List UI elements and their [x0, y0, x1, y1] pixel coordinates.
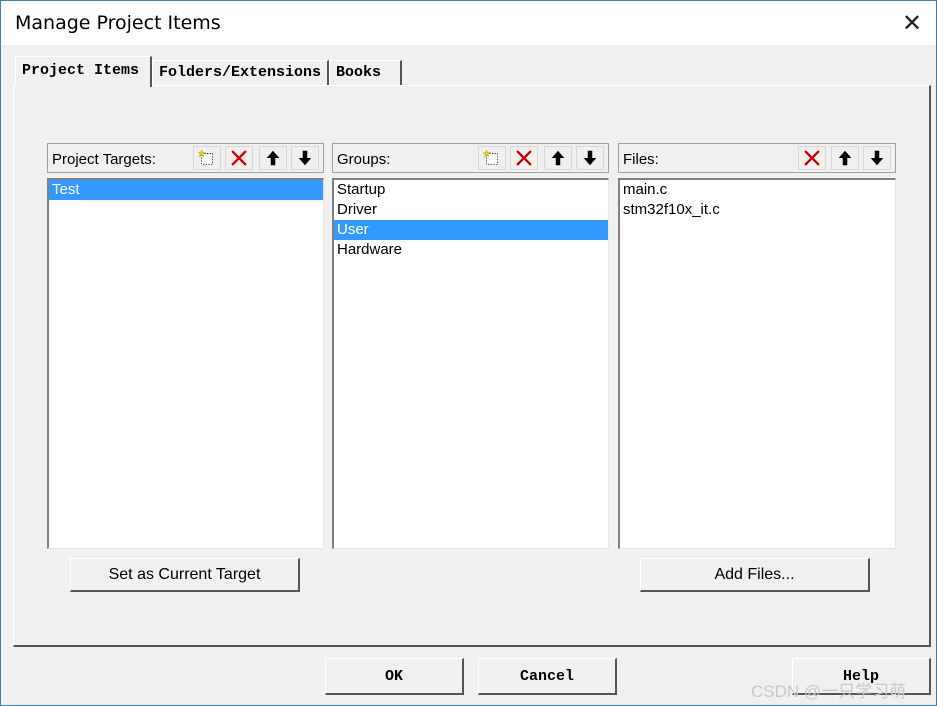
delete-icon: [803, 149, 821, 167]
move-file-down-button[interactable]: [863, 146, 891, 170]
files-label: Files:: [623, 151, 659, 168]
groups-label: Groups:: [337, 151, 391, 168]
group-item-driver[interactable]: Driver: [334, 200, 608, 220]
manage-project-items-dialog: Manage Project Items ✕ Project Items Fol…: [0, 0, 937, 706]
delete-file-button[interactable]: [798, 146, 826, 170]
add-files-button[interactable]: Add Files...: [640, 558, 870, 592]
arrow-down-icon: [296, 149, 314, 167]
arrow-down-icon: [868, 149, 886, 167]
group-item-startup[interactable]: Startup: [334, 180, 608, 200]
delete-icon: [230, 149, 248, 167]
group-item-hardware[interactable]: Hardware: [334, 240, 608, 260]
targets-list[interactable]: Test: [47, 178, 324, 549]
tab-books[interactable]: Books: [329, 60, 402, 85]
close-button[interactable]: ✕: [898, 9, 926, 37]
new-item-icon: [198, 149, 216, 167]
new-group-button[interactable]: [478, 146, 506, 170]
ok-button[interactable]: OK: [325, 658, 464, 695]
target-item-test[interactable]: Test: [49, 180, 323, 200]
arrow-up-icon: [549, 149, 567, 167]
file-item-main-c[interactable]: main.c: [620, 180, 895, 200]
groups-list[interactable]: Startup Driver User Hardware: [332, 178, 609, 549]
group-item-user[interactable]: User: [334, 220, 608, 240]
new-item-icon: [483, 149, 501, 167]
files-list[interactable]: main.c stm32f10x_it.c: [618, 178, 896, 549]
file-item-stm32f10x-it-c[interactable]: stm32f10x_it.c: [620, 200, 895, 220]
move-target-down-button[interactable]: [291, 146, 319, 170]
move-target-up-button[interactable]: [259, 146, 287, 170]
cancel-button[interactable]: Cancel: [478, 658, 617, 695]
arrow-up-icon: [264, 149, 282, 167]
title-bar: Manage Project Items ✕: [1, 1, 936, 45]
set-current-target-button[interactable]: Set as Current Target: [70, 558, 300, 592]
delete-group-button[interactable]: [510, 146, 538, 170]
delete-icon: [515, 149, 533, 167]
targets-header: Project Targets:: [47, 143, 324, 173]
groups-header: Groups:: [332, 143, 609, 173]
files-header: Files:: [618, 143, 896, 173]
move-file-up-button[interactable]: [831, 146, 859, 170]
arrow-down-icon: [581, 149, 599, 167]
move-group-up-button[interactable]: [544, 146, 572, 170]
delete-target-button[interactable]: [225, 146, 253, 170]
move-group-down-button[interactable]: [576, 146, 604, 170]
tab-project-items[interactable]: Project Items: [15, 56, 152, 87]
targets-label: Project Targets:: [52, 151, 156, 168]
csdn-watermark: CSDN @一只学习萌: [751, 682, 907, 701]
arrow-up-icon: [836, 149, 854, 167]
dialog-title: Manage Project Items: [15, 12, 221, 34]
new-target-button[interactable]: [193, 146, 221, 170]
tab-folders-extensions[interactable]: Folders/Extensions: [152, 60, 329, 85]
